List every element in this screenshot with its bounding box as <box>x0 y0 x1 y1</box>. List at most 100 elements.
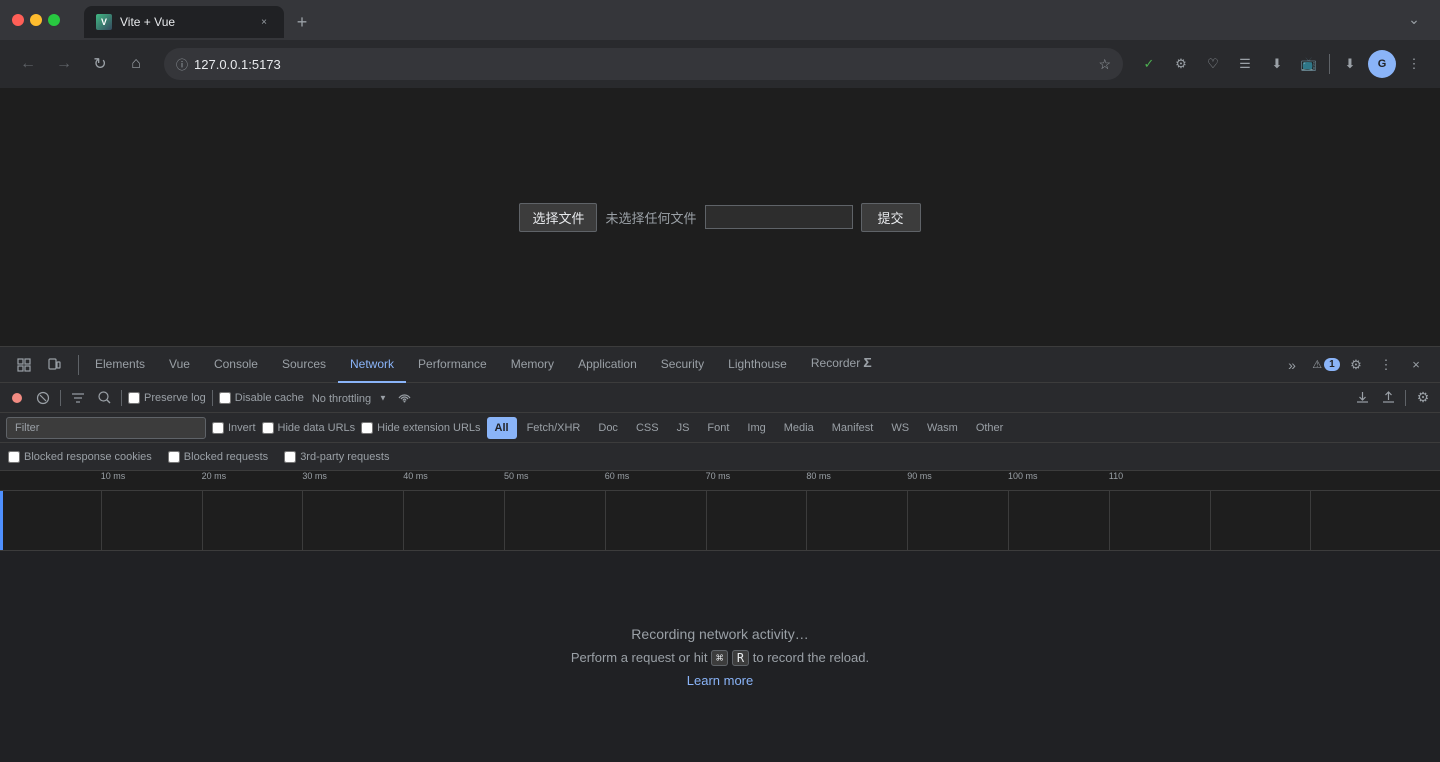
filter-type-all[interactable]: All <box>487 417 517 439</box>
throttling-select-wrap: No throttling Fast 3G Slow 3G Offline ▼ <box>308 389 390 407</box>
bookmark-icon[interactable]: ☆ <box>1098 56 1111 73</box>
devtools-more: » <box>1278 351 1306 379</box>
menu-extension-button[interactable]: ☰ <box>1231 50 1259 78</box>
filter-type-css[interactable]: CSS <box>628 417 667 439</box>
filter-toggle-button[interactable] <box>67 387 89 409</box>
back-button[interactable]: ← <box>12 48 44 80</box>
filter-type-manifest[interactable]: Manifest <box>824 417 882 439</box>
devtools-more-options-button[interactable]: ⋮ <box>1372 351 1400 379</box>
maximize-window-button[interactable] <box>48 14 60 26</box>
minimize-window-button[interactable] <box>30 14 42 26</box>
hide-data-urls-label[interactable]: Hide data URLs <box>262 422 356 434</box>
devtools-close-button[interactable]: × <box>1402 351 1430 379</box>
throttling-select[interactable]: No throttling Fast 3G Slow 3G Offline <box>308 391 390 407</box>
preserve-log-checkbox[interactable] <box>128 392 140 404</box>
device-toolbar-button[interactable] <box>40 351 68 379</box>
hide-data-urls-checkbox[interactable] <box>262 422 274 434</box>
nt-divider1 <box>60 390 61 406</box>
close-window-button[interactable] <box>12 14 24 26</box>
preserve-log-label[interactable]: Preserve log <box>128 392 206 404</box>
filter-type-other[interactable]: Other <box>968 417 1012 439</box>
tab-console[interactable]: Console <box>202 347 270 383</box>
filter-type-img[interactable]: Img <box>739 417 773 439</box>
download-button[interactable]: ⬇ <box>1336 50 1364 78</box>
devtools-settings-gear-button[interactable]: ⚙ <box>1412 387 1434 409</box>
devtools-topbar: Elements Vue Console Sources Network Per… <box>0 347 1440 383</box>
settings-extension-button[interactable]: ⚙ <box>1167 50 1195 78</box>
clear-button[interactable] <box>32 387 54 409</box>
filter-input[interactable] <box>6 417 206 439</box>
blocked-response-cookies-label[interactable]: Blocked response cookies <box>8 451 152 463</box>
forward-button[interactable]: → <box>48 48 80 80</box>
grammarly-extension-button[interactable]: ✓ <box>1135 50 1163 78</box>
invert-label[interactable]: Invert <box>212 422 256 434</box>
home-button[interactable]: ⌂ <box>120 48 152 80</box>
filter-type-wasm[interactable]: Wasm <box>919 417 966 439</box>
record-button[interactable] <box>6 387 28 409</box>
inspect-element-button[interactable] <box>10 351 38 379</box>
import-har-button[interactable] <box>1377 387 1399 409</box>
disable-cache-label[interactable]: Disable cache <box>219 392 304 404</box>
title-bar: V Vite + Vue × + ⌄ <box>0 0 1440 40</box>
hide-extension-urls-label[interactable]: Hide extension URLs <box>361 422 480 434</box>
timeline-tick-80: 80 ms <box>806 471 831 481</box>
invert-checkbox[interactable] <box>212 422 224 434</box>
filter-type-font[interactable]: Font <box>699 417 737 439</box>
text-input[interactable] <box>705 205 853 229</box>
tab-memory[interactable]: Memory <box>499 347 566 383</box>
choose-file-button[interactable]: 选择文件 <box>519 203 597 232</box>
address-text: 127.0.0.1:5173 <box>194 57 1092 72</box>
issues-badge: 1 <box>1324 358 1340 371</box>
filter-type-doc[interactable]: Doc <box>590 417 626 439</box>
blocked-requests-checkbox[interactable] <box>168 451 180 463</box>
export-har-button[interactable] <box>1351 387 1373 409</box>
blocked-requests-label[interactable]: Blocked requests <box>168 451 268 463</box>
tab-recorder[interactable]: Recorder 𝚺 <box>799 347 884 383</box>
devtools-divider <box>78 355 79 375</box>
heart-extension-button[interactable]: ♡ <box>1199 50 1227 78</box>
tab-close-button[interactable]: × <box>256 14 272 30</box>
cast-extension-button[interactable]: 📺 <box>1295 50 1323 78</box>
third-party-requests-label[interactable]: 3rd-party requests <box>284 451 389 463</box>
new-tab-button[interactable]: + <box>288 8 316 36</box>
tab-performance[interactable]: Performance <box>406 347 499 383</box>
nt-divider2 <box>121 390 122 406</box>
submit-button[interactable]: 提交 <box>861 203 921 232</box>
refresh-button[interactable]: ↻ <box>84 48 116 80</box>
tab-favicon: V <box>96 14 112 30</box>
tab-elements[interactable]: Elements <box>83 347 157 383</box>
timeline-tick-110: 110 <box>1109 471 1123 481</box>
learn-more-link[interactable]: Learn more <box>687 673 753 688</box>
disable-cache-checkbox[interactable] <box>219 392 231 404</box>
timeline-tick-20: 20 ms <box>202 471 227 481</box>
tab-vue[interactable]: Vue <box>157 347 202 383</box>
hide-extension-urls-checkbox[interactable] <box>361 422 373 434</box>
no-file-text: 未选择任何文件 <box>605 208 696 227</box>
tab-lighthouse[interactable]: Lighthouse <box>716 347 799 383</box>
home-icon: ⌂ <box>131 55 141 73</box>
filter-type-fetch-xhr[interactable]: Fetch/XHR <box>519 417 589 439</box>
tab-security[interactable]: Security <box>649 347 716 383</box>
profile-button[interactable]: G <box>1368 50 1396 78</box>
tab-network[interactable]: Network <box>338 347 406 383</box>
collapse-button[interactable]: ⌄ <box>1400 5 1428 33</box>
more-options-button[interactable]: ⋮ <box>1400 50 1428 78</box>
network-conditions-button[interactable] <box>394 387 416 409</box>
filter-type-js[interactable]: JS <box>669 417 698 439</box>
nt-divider3 <box>212 390 213 406</box>
third-party-requests-checkbox[interactable] <box>284 451 296 463</box>
filter-type-media[interactable]: Media <box>776 417 822 439</box>
devtools-issues-button[interactable]: ⚠ 1 <box>1312 351 1340 379</box>
filter-bar: Invert Hide data URLs Hide extension URL… <box>0 413 1440 443</box>
devtools-settings-button[interactable]: ⚙ <box>1342 351 1370 379</box>
active-tab[interactable]: V Vite + Vue × <box>84 6 284 38</box>
more-tabs-button[interactable]: » <box>1278 351 1306 379</box>
blocked-response-cookies-checkbox[interactable] <box>8 451 20 463</box>
page-form: 选择文件 未选择任何文件 提交 <box>519 203 920 232</box>
download-extension-button[interactable]: ⬇ <box>1263 50 1291 78</box>
filter-type-ws[interactable]: WS <box>883 417 917 439</box>
address-bar[interactable]: ⓘ 127.0.0.1:5173 ☆ <box>164 48 1123 80</box>
tab-application[interactable]: Application <box>566 347 649 383</box>
search-button[interactable] <box>93 387 115 409</box>
tab-sources[interactable]: Sources <box>270 347 338 383</box>
